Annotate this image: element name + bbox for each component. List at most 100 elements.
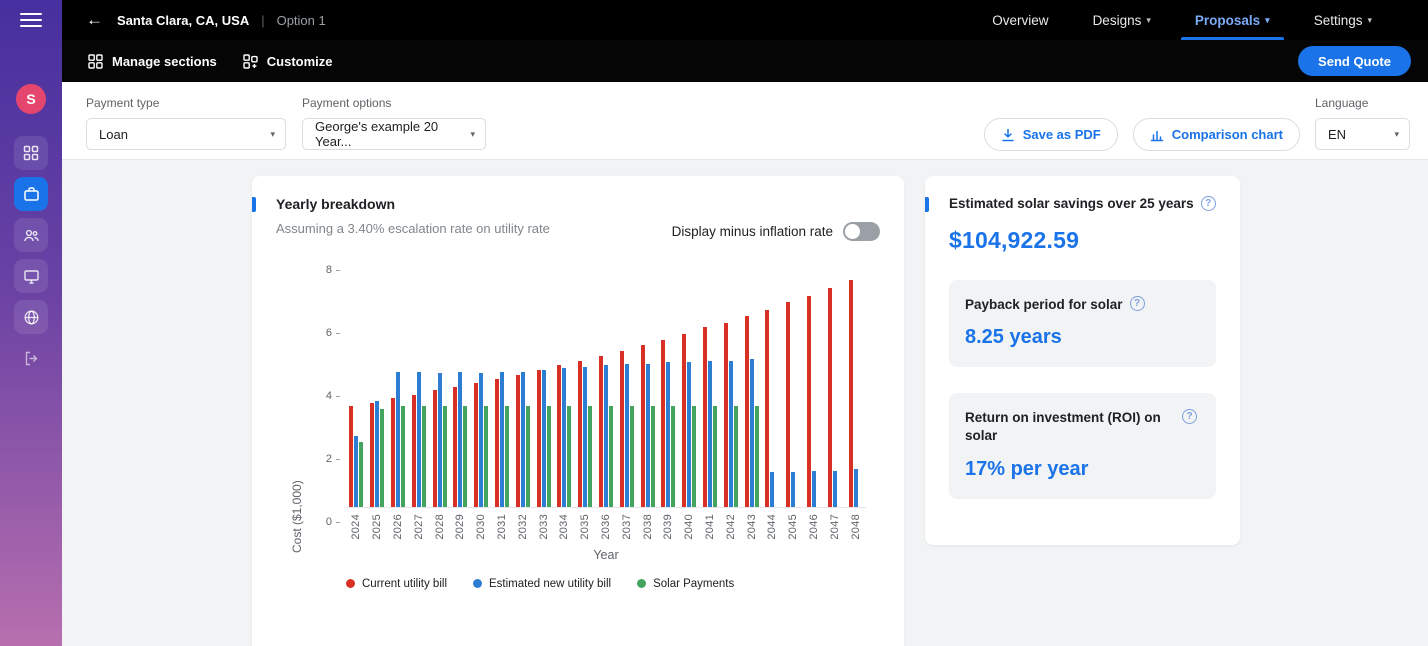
sidebar-item-projects[interactable] [14, 177, 48, 211]
x-tick-label: 2027 [413, 514, 425, 540]
bar-estimated-new-utility-bill [479, 373, 483, 507]
sidebar-item-contacts[interactable] [14, 218, 48, 252]
chart-year-group [367, 255, 388, 507]
hamburger-menu-icon[interactable] [20, 0, 42, 40]
yearly-breakdown-card: Yearly breakdown Assuming a 3.40% escala… [252, 176, 904, 646]
customize-button[interactable]: Customize [243, 54, 333, 69]
bar-solar-payments [713, 406, 717, 507]
chart-year-group [388, 255, 409, 507]
savings-amount: $104,922.59 [949, 227, 1216, 254]
send-quote-button[interactable]: Send Quote [1298, 46, 1411, 76]
bar-current-utility-bill [391, 398, 395, 507]
bar-current-utility-bill [433, 390, 437, 507]
x-tick-label: 2033 [538, 514, 550, 540]
bar-estimated-new-utility-bill [458, 372, 462, 507]
bar-estimated-new-utility-bill [375, 401, 379, 507]
bar-current-utility-bill [453, 387, 457, 507]
project-location[interactable]: Santa Clara, CA, USA [117, 13, 249, 28]
x-tick-label: 2038 [642, 514, 654, 540]
x-tick-label: 2026 [392, 514, 404, 540]
legend-dot [473, 579, 482, 588]
bar-solar-payments [484, 406, 488, 507]
sidebar-item-logout[interactable] [14, 341, 48, 375]
payment-options-select[interactable]: George's example 20 Year... ▾ [302, 118, 486, 150]
back-arrow-icon[interactable]: ← [86, 10, 103, 30]
bar-solar-payments [505, 406, 509, 507]
globe-icon [23, 309, 40, 326]
y-tick-label: 6 [326, 327, 340, 339]
language-select[interactable]: EN ▾ [1315, 118, 1410, 150]
manage-sections-button[interactable]: Manage sections [88, 54, 217, 69]
action-bar: Manage sections Customize Send Quote [62, 40, 1428, 82]
chevron-down-icon: ▾ [1394, 129, 1399, 140]
customize-grid-icon [243, 54, 258, 69]
tab-designs[interactable]: Designs ▾ [1071, 0, 1173, 40]
bar-estimated-new-utility-bill [687, 362, 691, 507]
chart-year-group [679, 255, 700, 507]
bar-estimated-new-utility-bill [791, 472, 795, 507]
language-label: Language [1315, 96, 1410, 110]
roi-value: 17% per year [965, 458, 1200, 481]
main-content: Yearly breakdown Assuming a 3.40% escala… [62, 160, 1428, 646]
chart-legend: Current utility bill Estimated new utilit… [346, 578, 866, 590]
bar-current-utility-bill [474, 383, 478, 507]
toggle-knob [845, 224, 860, 239]
chart-card-title: Yearly breakdown [276, 196, 395, 212]
bar-solar-payments [671, 406, 675, 507]
help-icon[interactable]: ? [1182, 409, 1197, 424]
bar-estimated-new-utility-bill [583, 367, 587, 507]
save-as-pdf-button[interactable]: Save as PDF [984, 118, 1118, 151]
bar-current-utility-bill [807, 296, 811, 507]
x-axis-ticks: 2024202520262027202820292030203120322033… [346, 508, 866, 540]
y-tick-label: 8 [326, 264, 340, 276]
bar-estimated-new-utility-bill [666, 362, 670, 507]
chart-year-group [512, 255, 533, 507]
bar-solar-payments [422, 406, 426, 507]
help-icon[interactable]: ? [1201, 196, 1216, 211]
y-tick-label: 4 [326, 390, 340, 402]
bar-estimated-new-utility-bill [646, 364, 650, 507]
x-tick-label: 2035 [579, 514, 591, 540]
inflation-toggle[interactable] [843, 222, 880, 241]
bar-solar-payments [692, 406, 696, 507]
bar-current-utility-bill [641, 345, 645, 507]
chevron-down-icon: ▾ [1265, 15, 1270, 26]
sidebar-item-presentations[interactable] [14, 259, 48, 293]
bar-solar-payments [401, 406, 405, 507]
savings-title: Estimated solar savings over 25 years ? [949, 196, 1216, 211]
chart-year-group [658, 255, 679, 507]
bar-estimated-new-utility-bill [604, 365, 608, 507]
sidebar-item-web[interactable] [14, 300, 48, 334]
x-tick-label: 2028 [434, 514, 446, 540]
x-tick-label: 2044 [766, 514, 778, 540]
bar-solar-payments [463, 406, 467, 507]
title-accent-bar [252, 197, 256, 212]
solar-savings-card: Estimated solar savings over 25 years ? … [925, 176, 1240, 545]
sidebar-item-dashboard[interactable] [14, 136, 48, 170]
comparison-chart-button[interactable]: Comparison chart [1133, 118, 1300, 151]
roi-box: Return on investment (ROI) on solar ? 17… [949, 393, 1216, 498]
tab-overview[interactable]: Overview [970, 0, 1070, 40]
tab-settings[interactable]: Settings ▾ [1292, 0, 1394, 40]
x-tick-label: 2031 [496, 514, 508, 540]
legend-item-solar-payments[interactable]: Solar Payments [637, 578, 734, 590]
x-tick-label: 2043 [746, 514, 758, 540]
avatar[interactable]: S [16, 84, 46, 114]
tab-proposals[interactable]: Proposals ▾ [1173, 0, 1292, 40]
chart-year-group [533, 255, 554, 507]
help-icon[interactable]: ? [1130, 296, 1145, 311]
bar-current-utility-bill [786, 302, 790, 507]
payment-type-select[interactable]: Loan ▾ [86, 118, 286, 150]
bar-solar-payments [526, 406, 530, 507]
payment-type-label: Payment type [86, 96, 302, 110]
legend-dot [637, 579, 646, 588]
legend-item-current-utility-bill[interactable]: Current utility bill [346, 578, 447, 590]
people-icon [23, 227, 40, 244]
x-tick-label: 2032 [517, 514, 529, 540]
payment-options-group: Payment options George's example 20 Year… [302, 96, 486, 150]
chart-year-group [804, 255, 825, 507]
chart-year-group [824, 255, 845, 507]
legend-item-estimated-new-utility-bill[interactable]: Estimated new utility bill [473, 578, 611, 590]
bar-current-utility-bill [703, 327, 707, 507]
project-option[interactable]: Option 1 [277, 13, 326, 28]
